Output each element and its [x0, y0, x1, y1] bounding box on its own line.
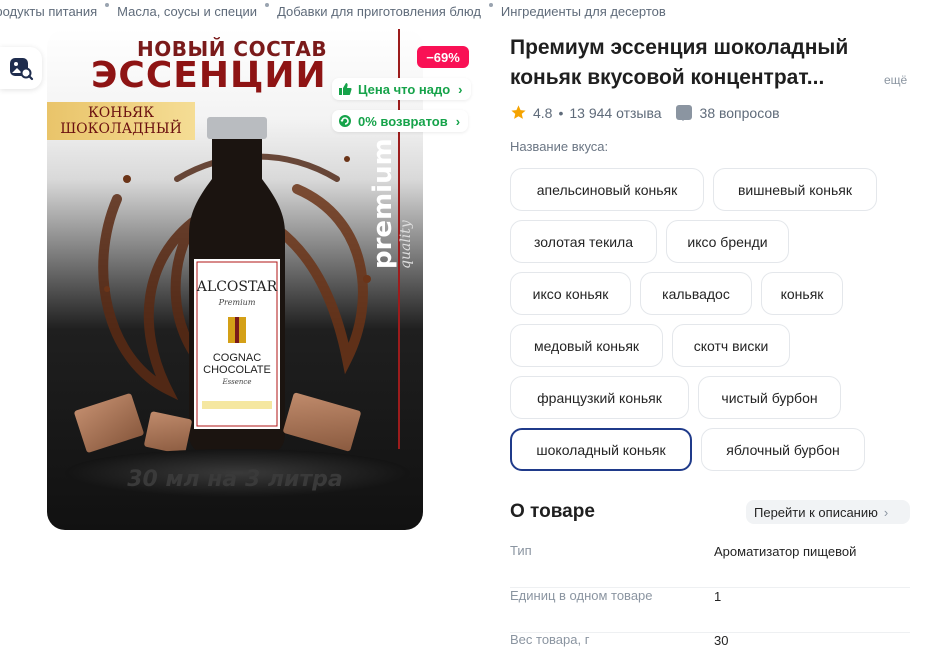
- questions-link[interactable]: 38 вопросов: [700, 105, 780, 121]
- promo-chip-price[interactable]: Цена что надо ›: [332, 78, 471, 100]
- question-icon: [675, 105, 692, 121]
- flavor-option[interactable]: кальвадос: [640, 272, 752, 315]
- chevron-right-icon: ›: [458, 81, 463, 97]
- flavor-option[interactable]: коньяк: [761, 272, 843, 315]
- chevron-right-icon: ›: [883, 504, 889, 520]
- flavor-option[interactable]: французкий коньяк: [510, 376, 689, 419]
- breadcrumb-separator: [105, 3, 110, 7]
- title-more-link[interactable]: ещё: [884, 73, 907, 87]
- goto-description-label: Перейти к описанию: [754, 504, 878, 520]
- svg-text:Essence: Essence: [221, 378, 251, 386]
- spec-key: Тип: [510, 543, 532, 558]
- breadcrumb: Продукты питания Масла, соусы и специи Д…: [0, 3, 666, 19]
- spec-key: Единиц в одном товаре: [510, 588, 653, 603]
- flavor-option[interactable]: медовый коньяк: [510, 324, 663, 367]
- about-title: О товаре: [510, 501, 595, 522]
- reviews-link[interactable]: 13 944 отзыва: [569, 105, 661, 121]
- star-icon: [511, 105, 526, 119]
- svg-text:COGNAC: COGNAC: [213, 352, 261, 364]
- image-search-icon: [10, 58, 34, 81]
- spec-row: Тип Ароматизатор пищевой: [510, 543, 910, 588]
- product-image[interactable]: НОВЫЙ СОСТАВ ЭССЕНЦИИ КОНЬЯК ШОКОЛАДНЫЙ …: [47, 29, 423, 530]
- breadcrumb-separator: [488, 3, 493, 7]
- thumbs-up-icon: [339, 83, 352, 95]
- promo-chip-returns[interactable]: 0% возвратов ›: [332, 110, 469, 132]
- flavor-option-selected[interactable]: шоколадный коньяк: [510, 428, 692, 471]
- discount-badge: −69%: [417, 46, 469, 68]
- return-icon: [339, 115, 351, 127]
- spec-value: 1: [714, 589, 722, 604]
- flavor-label: Название вкуса:: [510, 139, 609, 154]
- separator-dot: •: [558, 104, 564, 121]
- spec-row: Единиц в одном товаре 1: [510, 588, 910, 633]
- spec-key: Вес товара, г: [510, 632, 590, 647]
- photo-quality-label: quality: [398, 220, 414, 269]
- flavor-option[interactable]: вишневый коньяк: [713, 168, 877, 211]
- promo-chip-label: Цена что надо: [358, 81, 451, 97]
- photo-premium-label: premium: [368, 138, 398, 269]
- breadcrumb-separator: [265, 3, 270, 7]
- rating-row: 4.8 • 13 944 отзыва 38 вопросов: [510, 104, 780, 121]
- spec-row: Вес товара, г 30: [510, 632, 910, 666]
- flavor-option[interactable]: апельсиновый коньяк: [510, 168, 704, 211]
- goto-description-button[interactable]: Перейти к описанию ›: [746, 500, 910, 524]
- breadcrumb-item[interactable]: Добавки для приготовления блюд: [277, 3, 481, 19]
- flavor-option[interactable]: иксо коньяк: [510, 272, 631, 315]
- product-title: Премиум эссенция шоколадный коньяк вкусо…: [510, 36, 849, 89]
- flavor-option[interactable]: иксо бренди: [666, 220, 789, 263]
- promo-chip-label: 0% возвратов: [358, 113, 448, 129]
- breadcrumb-item[interactable]: Масла, соусы и специи: [117, 3, 257, 19]
- rating-value[interactable]: 4.8: [533, 105, 552, 121]
- spec-value: Ароматизатор пищевой: [714, 544, 857, 559]
- flavor-option[interactable]: чистый бурбон: [698, 376, 841, 419]
- flavor-option[interactable]: скотч виски: [672, 324, 790, 367]
- svg-text:ALCOSTAR: ALCOSTAR: [196, 279, 278, 295]
- photo-search-button[interactable]: [0, 47, 42, 89]
- chevron-right-icon: ›: [455, 113, 461, 129]
- breadcrumb-item[interactable]: Продукты питания: [0, 3, 97, 19]
- svg-text:CHOCOLATE: CHOCOLATE: [203, 364, 271, 376]
- flavor-option[interactable]: золотая текила: [510, 220, 657, 263]
- breadcrumb-item[interactable]: Ингредиенты для десертов: [501, 3, 666, 19]
- flavor-option[interactable]: яблочный бурбон: [701, 428, 865, 471]
- svg-text:Premium: Premium: [218, 298, 256, 307]
- photo-caption: 30 мл на 3 литра: [127, 467, 343, 492]
- spec-value: 30: [714, 633, 729, 648]
